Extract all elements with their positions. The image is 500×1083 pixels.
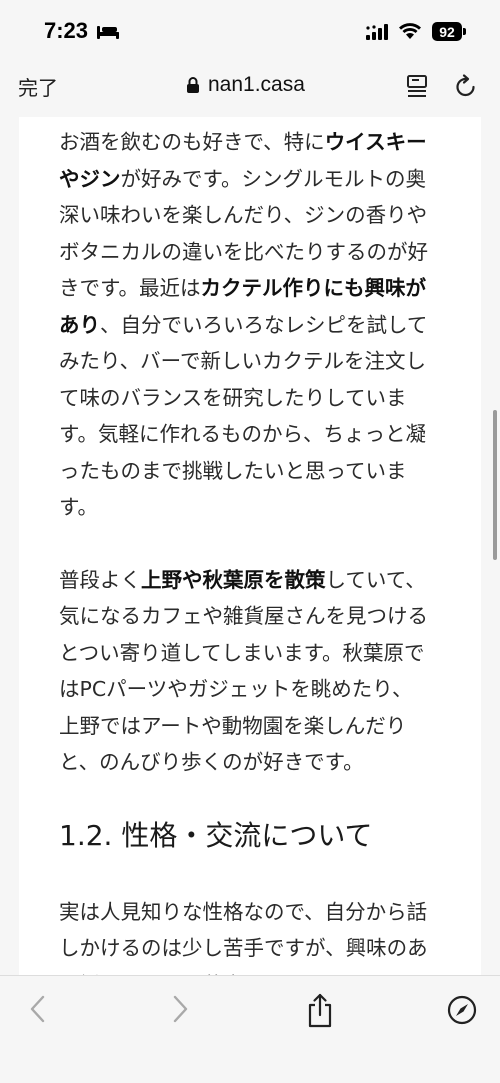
article: お酒を飲むのも好きで、特にウイスキーやジンが好みです。シングルモルトの奥深い味わ… [59, 124, 431, 975]
status-time: 7:23 [44, 18, 89, 43]
forward-icon[interactable] [168, 994, 192, 1024]
browser-nav-bar: 完了 nan1.casa [0, 62, 500, 116]
bold-text: 上野や秋葉原を散策 [141, 567, 326, 592]
text-span: 普段よく [59, 567, 141, 592]
status-bar: 7:23 92 [0, 0, 500, 62]
wifi-icon [399, 23, 421, 39]
done-button[interactable]: 完了 [18, 72, 58, 101]
battery-nub [463, 28, 466, 35]
paragraph-personality: 実は人見知りな性格なので、自分から話しかけるのは少し苦手ですが、興味のある話題に… [59, 899, 428, 976]
compass-icon[interactable] [446, 994, 478, 1026]
section-heading: 1.2. 性格・交流について [59, 818, 373, 852]
paragraph-drinks: お酒を飲むのも好きで、特にウイスキーやジンが好みです。シングルモルトの奥深い味わ… [59, 124, 431, 526]
reader-mode-icon[interactable] [406, 74, 428, 98]
bottom-toolbar [0, 975, 500, 1083]
paragraph-walks: 普段よく上野や秋葉原を散策していて、気になるカフェや雑貨屋さんを見つけるとつい寄… [59, 562, 431, 781]
scrollbar[interactable] [493, 410, 497, 560]
sleep-focus-icon [97, 26, 119, 39]
url-text: nan1.casa [208, 73, 305, 96]
reload-icon[interactable] [454, 73, 478, 99]
text-span: 、自分でいろいろなレシピを試してみたり、バーで新しいカクテルを注文して味のバラン… [59, 312, 428, 520]
url-bar[interactable]: nan1.casa [186, 72, 305, 98]
battery-indicator: 92 [432, 22, 462, 41]
page-content[interactable]: お酒を飲むのも好きで、特にウイスキーやジンが好みです。シングルモルトの奥深い味わ… [19, 117, 481, 975]
battery-level: 92 [439, 23, 455, 40]
text-span: お酒を飲むのも好きで、特に [59, 130, 325, 154]
share-icon[interactable] [306, 992, 334, 1028]
back-icon[interactable] [26, 994, 50, 1024]
lock-icon [187, 77, 199, 93]
cellular-signal-icon [366, 24, 388, 40]
text-span: していて、気になるカフェや雑貨屋さんを見つけるとつい寄り道してしまいます。秋葉原… [59, 567, 428, 775]
